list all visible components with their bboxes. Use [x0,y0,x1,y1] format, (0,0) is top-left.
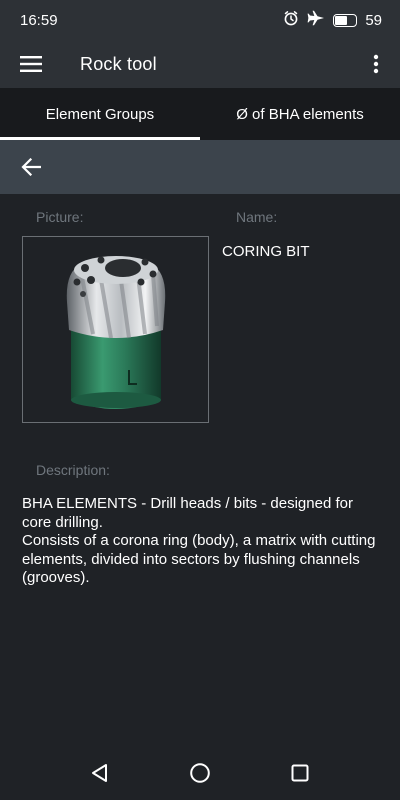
home-circle-icon[interactable] [180,753,220,793]
app-screen: 16:59 59 Rock tool Element Groups Ø of B… [0,0,400,800]
recents-square-icon[interactable] [280,753,320,793]
alarm-icon [283,10,299,30]
picture-label: Picture: [36,209,84,225]
description-line: BHA ELEMENTS - Drill heads / bits - desi… [22,495,353,531]
coring-bit-image [66,255,165,409]
description-label: Description: [36,462,110,478]
description-line: Consists of a corona ring (body), a matr… [22,532,376,586]
description-text: BHA ELEMENTS - Drill heads / bits - desi… [22,495,382,588]
app-title: Rock tool [80,53,157,74]
status-icons: 59 [283,10,382,30]
status-time: 16:59 [20,11,58,29]
arrow-left-icon[interactable] [0,140,62,194]
more-vert-icon[interactable] [364,48,388,80]
element-name: CORING BIT [222,243,310,260]
tab-bha-diameter[interactable]: Ø of BHA elements [200,88,400,140]
battery-fill [335,15,348,25]
app-bar: Rock tool [0,40,400,88]
battery-level-text: 59 [365,11,382,29]
status-bar: 16:59 59 [0,0,400,40]
airplane-icon [307,10,325,30]
system-nav-bar [0,746,400,800]
hamburger-menu-icon[interactable] [0,40,62,88]
detail-toolbar [0,140,400,194]
tab-element-groups[interactable]: Element Groups [0,88,200,140]
name-label: Name: [236,209,278,225]
back-triangle-icon[interactable] [80,753,120,793]
picture-frame [22,236,209,423]
tab-bar: Element Groups Ø of BHA elements [0,88,400,140]
battery-icon [333,13,358,27]
